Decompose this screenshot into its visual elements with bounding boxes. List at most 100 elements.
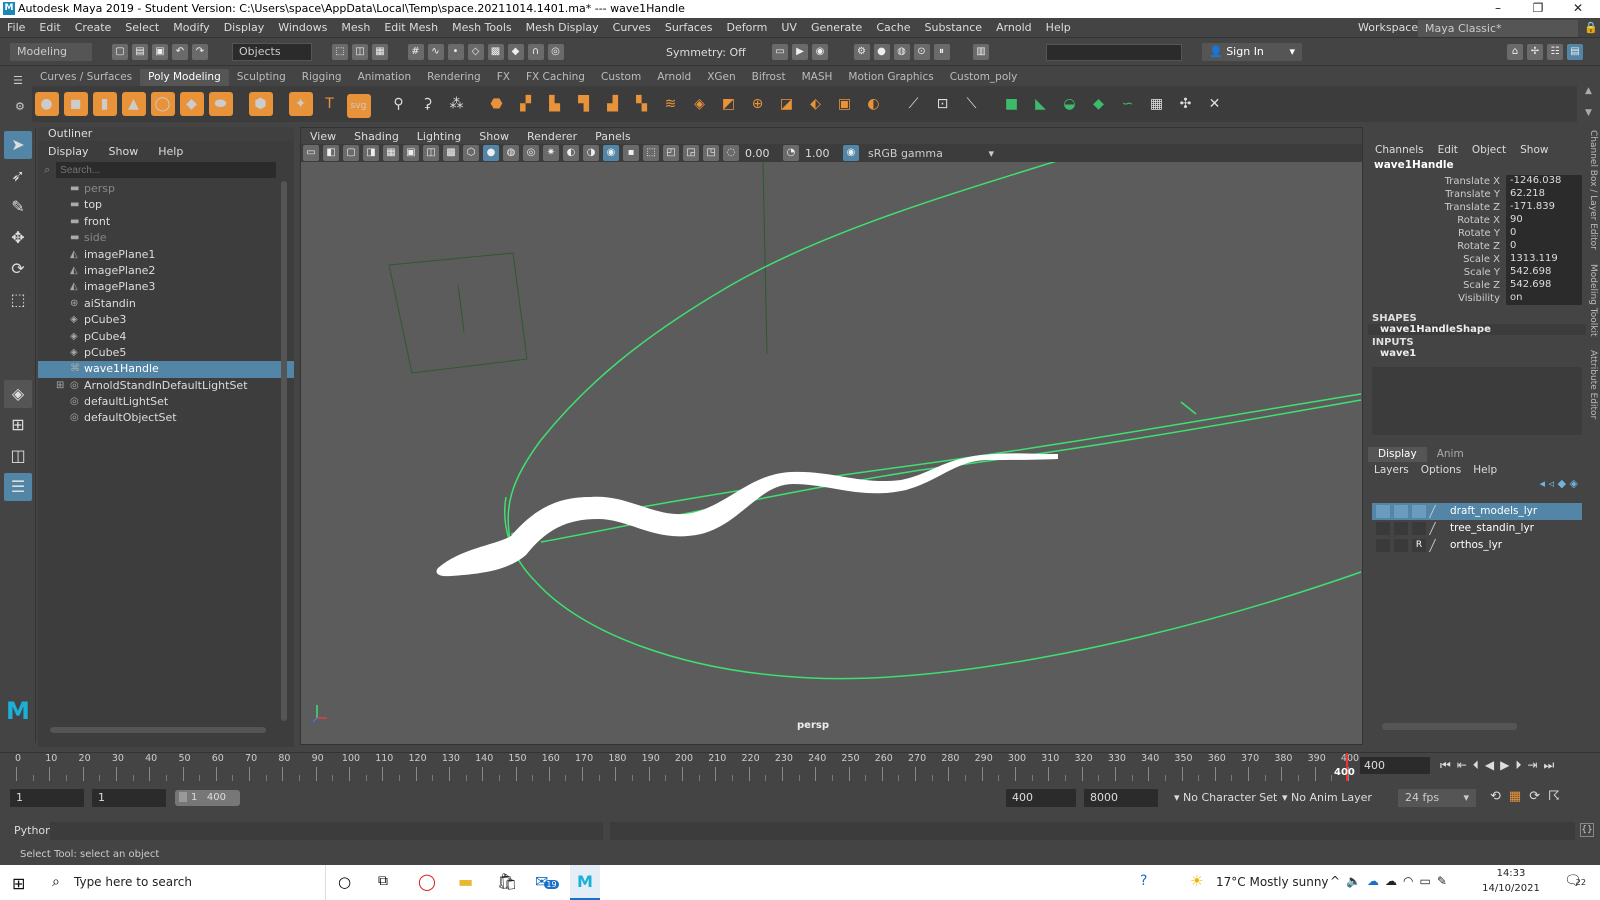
channel-row[interactable]: Rotate Z 0 xyxy=(1368,240,1586,253)
camera-select-icon[interactable]: ▭ xyxy=(303,145,319,161)
channel-value-field[interactable]: 90 xyxy=(1506,214,1582,227)
channel-row[interactable]: Translate X -1246.038 xyxy=(1368,175,1586,188)
shape-node-name[interactable]: wave1HandleShape xyxy=(1368,324,1586,335)
backface-icon[interactable]: ◳ xyxy=(703,145,719,161)
channel-row[interactable]: Scale Z 542.698 xyxy=(1368,279,1586,292)
chamfer-icon[interactable]: ◩ xyxy=(717,92,741,116)
single-perspective-layout-icon[interactable]: ◈ xyxy=(4,380,32,408)
maya-taskbar-icon[interactable]: M xyxy=(570,865,600,900)
channel-value-field[interactable]: 0 xyxy=(1506,227,1582,240)
playback-end-field[interactable]: 400 xyxy=(1006,789,1076,807)
shelf-tab-curves-surfaces[interactable]: Curves / Surfaces xyxy=(32,69,140,86)
move-layer-up-icon[interactable]: ◂ xyxy=(1540,477,1546,490)
layer-tab-anim[interactable]: Anim xyxy=(1427,447,1474,462)
onedrive-icon[interactable]: ☁ xyxy=(1367,874,1385,888)
input-node-name[interactable]: wave1 xyxy=(1368,348,1586,359)
snap-grid-icon[interactable]: # xyxy=(407,44,424,60)
render-frame-icon[interactable]: ▶ xyxy=(792,44,808,60)
rotate-tool-icon[interactable]: ⟳ xyxy=(4,255,32,283)
layer-playback-toggle[interactable] xyxy=(1394,522,1408,535)
layer-visibility-toggle[interactable] xyxy=(1376,505,1390,518)
smooth-shade-icon[interactable]: ● xyxy=(483,145,499,161)
tool-settings-icon[interactable]: ☷ xyxy=(1547,44,1563,60)
menu-uv[interactable]: UV xyxy=(774,18,804,38)
shelf-tab-animation[interactable]: Animation xyxy=(350,69,420,86)
four-view-layout-icon[interactable]: ⊞ xyxy=(4,411,32,439)
shelf-tab-poly-modeling[interactable]: Poly Modeling xyxy=(140,69,229,86)
attribute-editor-icon[interactable]: ✢ xyxy=(1527,44,1543,60)
channel-box-menu-channels[interactable]: Channels xyxy=(1375,144,1424,156)
volume-icon[interactable]: 🔈 xyxy=(1346,874,1367,888)
snap-point-icon[interactable]: • xyxy=(447,44,464,60)
xray-joints-icon[interactable]: ◲ xyxy=(683,145,699,161)
collapse-icon[interactable]: ◪ xyxy=(775,92,799,116)
outliner-item[interactable]: ▬ side xyxy=(38,230,294,246)
channel-box-icon[interactable]: ▤ xyxy=(1567,44,1583,60)
uv-cylindrical-icon[interactable]: ◣ xyxy=(1029,92,1053,116)
poly-cone-icon[interactable]: ▲ xyxy=(121,92,146,116)
anim-layer-dropdown[interactable]: ▾ No Anim Layer xyxy=(1282,791,1372,804)
outliner-item[interactable]: ▬ top xyxy=(38,197,294,213)
ambient-occlusion-icon[interactable]: ◑ xyxy=(583,145,599,161)
menu-modify[interactable]: Modify xyxy=(166,18,216,38)
shelf-tab-motion-graphics[interactable]: Motion Graphics xyxy=(840,69,941,86)
layer-menu-help[interactable]: Help xyxy=(1473,464,1497,476)
channel-value-field[interactable]: on xyxy=(1506,292,1582,305)
outliner-item[interactable]: ◈ pCube3 xyxy=(38,312,294,328)
layer-color-swatch[interactable] xyxy=(1428,522,1448,535)
channel-value-field[interactable]: 542.698 xyxy=(1506,279,1582,292)
outliner-menu-display[interactable]: Display xyxy=(48,145,89,158)
viewport-menu-show[interactable]: Show xyxy=(479,130,509,143)
channel-row[interactable]: Translate Z -171.839 xyxy=(1368,201,1586,214)
channel-value-field[interactable]: -1246.038 xyxy=(1506,175,1582,188)
menu-deform[interactable]: Deform xyxy=(719,18,774,38)
animation-start-field[interactable]: 1 xyxy=(10,789,84,807)
ipr-render-icon[interactable]: ◉ xyxy=(812,44,828,60)
merge-icon[interactable]: ◐ xyxy=(862,92,886,116)
uv-sew-icon[interactable]: ✕ xyxy=(1203,92,1227,116)
shelf-tab-bifrost[interactable]: Bifrost xyxy=(744,69,794,86)
redo-icon[interactable]: ↷ xyxy=(192,44,208,60)
battery-icon[interactable]: ▭ xyxy=(1420,874,1437,888)
scale-tool-icon[interactable]: ⬚ xyxy=(4,286,32,314)
workspace-dropdown[interactable]: Maya Classic* xyxy=(1418,20,1578,37)
viewport-menu-shading[interactable]: Shading xyxy=(354,130,399,143)
select-mode-dropdown[interactable]: Objects xyxy=(232,43,312,61)
character-set-dropdown[interactable]: ▾ No Character Set xyxy=(1174,791,1277,804)
uv-unfold-icon[interactable]: ∽ xyxy=(1116,92,1140,116)
arnold-ipr-icon[interactable]: ⊙ xyxy=(913,44,930,60)
type-tool-icon[interactable]: T xyxy=(318,92,342,116)
separate-icon[interactable]: ⚳ xyxy=(416,92,440,116)
shelf-gear-icon[interactable]: ⚙ xyxy=(15,100,25,113)
step-back-key-icon[interactable]: ⇤ xyxy=(1457,758,1473,772)
menu-display[interactable]: Display xyxy=(217,18,272,38)
uv-auto-icon[interactable]: ◆ xyxy=(1087,92,1111,116)
fps-dropdown[interactable]: 24 fps ▾ xyxy=(1398,789,1476,807)
select-object-icon[interactable]: ◫ xyxy=(352,44,368,60)
outliner-item[interactable]: ▬ front xyxy=(38,214,294,230)
restore-icon[interactable]: ❐ xyxy=(1518,0,1558,18)
outliner-item[interactable]: ⊞ ◎ ArnoldStandInDefaultLightSet xyxy=(38,378,294,394)
outliner-item[interactable]: ◈ pCube4 xyxy=(38,329,294,345)
channel-box-menu-show[interactable]: Show xyxy=(1520,144,1548,156)
smooth-icon[interactable]: ⁂ xyxy=(445,92,469,116)
move-tool-icon[interactable]: ✥ xyxy=(4,224,32,252)
search-options-icon[interactable]: ⌕ xyxy=(44,163,50,177)
outliner-item[interactable]: ◭ imagePlane1 xyxy=(38,247,294,263)
anim-prefs-icon[interactable]: ⟳ xyxy=(1529,789,1548,804)
menu-select[interactable]: Select xyxy=(118,18,166,38)
svg-tool-icon[interactable]: svg xyxy=(346,94,371,118)
layer-color-swatch[interactable] xyxy=(1428,505,1448,518)
poly-plane-icon[interactable]: ◆ xyxy=(179,92,204,116)
panel-layout-icon[interactable]: ▥ xyxy=(973,44,989,60)
menu-help[interactable]: Help xyxy=(1039,18,1078,38)
magnet-icon[interactable]: ∩ xyxy=(527,44,544,60)
grid-toggle-icon[interactable]: ▦ xyxy=(383,145,399,161)
isolate-select-icon[interactable]: ⬚ xyxy=(643,145,659,161)
layer-color-swatch[interactable] xyxy=(1428,539,1448,552)
motion-blur-icon[interactable]: ◉ xyxy=(603,145,619,161)
color-space-dropdown[interactable]: sRGB gamma ▾ xyxy=(861,145,1001,161)
go-to-start-icon[interactable]: ⏮ xyxy=(1440,758,1457,772)
lock-icon[interactable]: 🔒 xyxy=(1584,21,1598,34)
tray-chevron-icon[interactable]: ^ xyxy=(1330,874,1346,888)
